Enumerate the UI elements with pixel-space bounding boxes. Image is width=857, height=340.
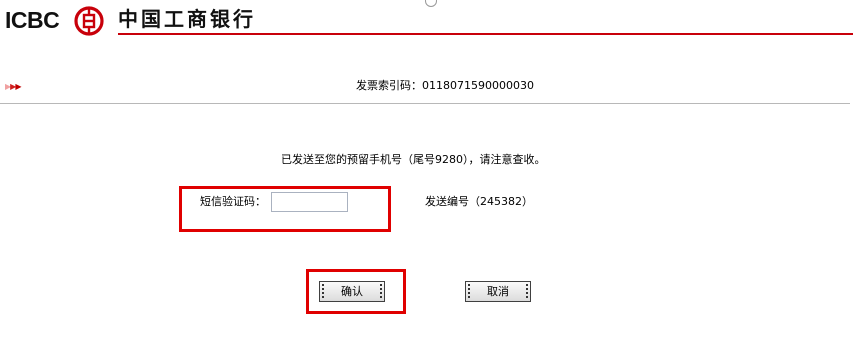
header-divider: [118, 33, 853, 35]
send-number: 发送编号（245382）: [425, 195, 533, 209]
sms-code-label: 短信验证码：: [200, 195, 266, 208]
cancel-button[interactable]: 取消: [465, 281, 531, 302]
arrow-bullet-icon: ▶▶▶: [5, 82, 22, 91]
invoice-code: 0118071590000030: [422, 79, 534, 92]
invoice-label: 发票索引码：: [356, 79, 422, 92]
icbc-logo-text: ICBC: [5, 7, 60, 33]
top-circle-mark: [425, 0, 437, 7]
confirm-button[interactable]: 确认: [319, 281, 385, 302]
invoice-index: 发票索引码：0118071590000030: [356, 79, 534, 93]
send-number-value: （245382）: [469, 195, 533, 208]
send-number-label: 发送编号: [425, 195, 469, 208]
icbc-logo-icon: [74, 6, 104, 36]
header: ICBC 中国工商银行: [0, 0, 857, 40]
sms-sent-notice: 已发送至您的预留手机号（尾号9280），请注意查收。: [281, 153, 546, 166]
bank-name: 中国工商银行: [118, 7, 256, 31]
sms-code-input[interactable]: [271, 192, 348, 212]
section-divider: [0, 103, 850, 104]
